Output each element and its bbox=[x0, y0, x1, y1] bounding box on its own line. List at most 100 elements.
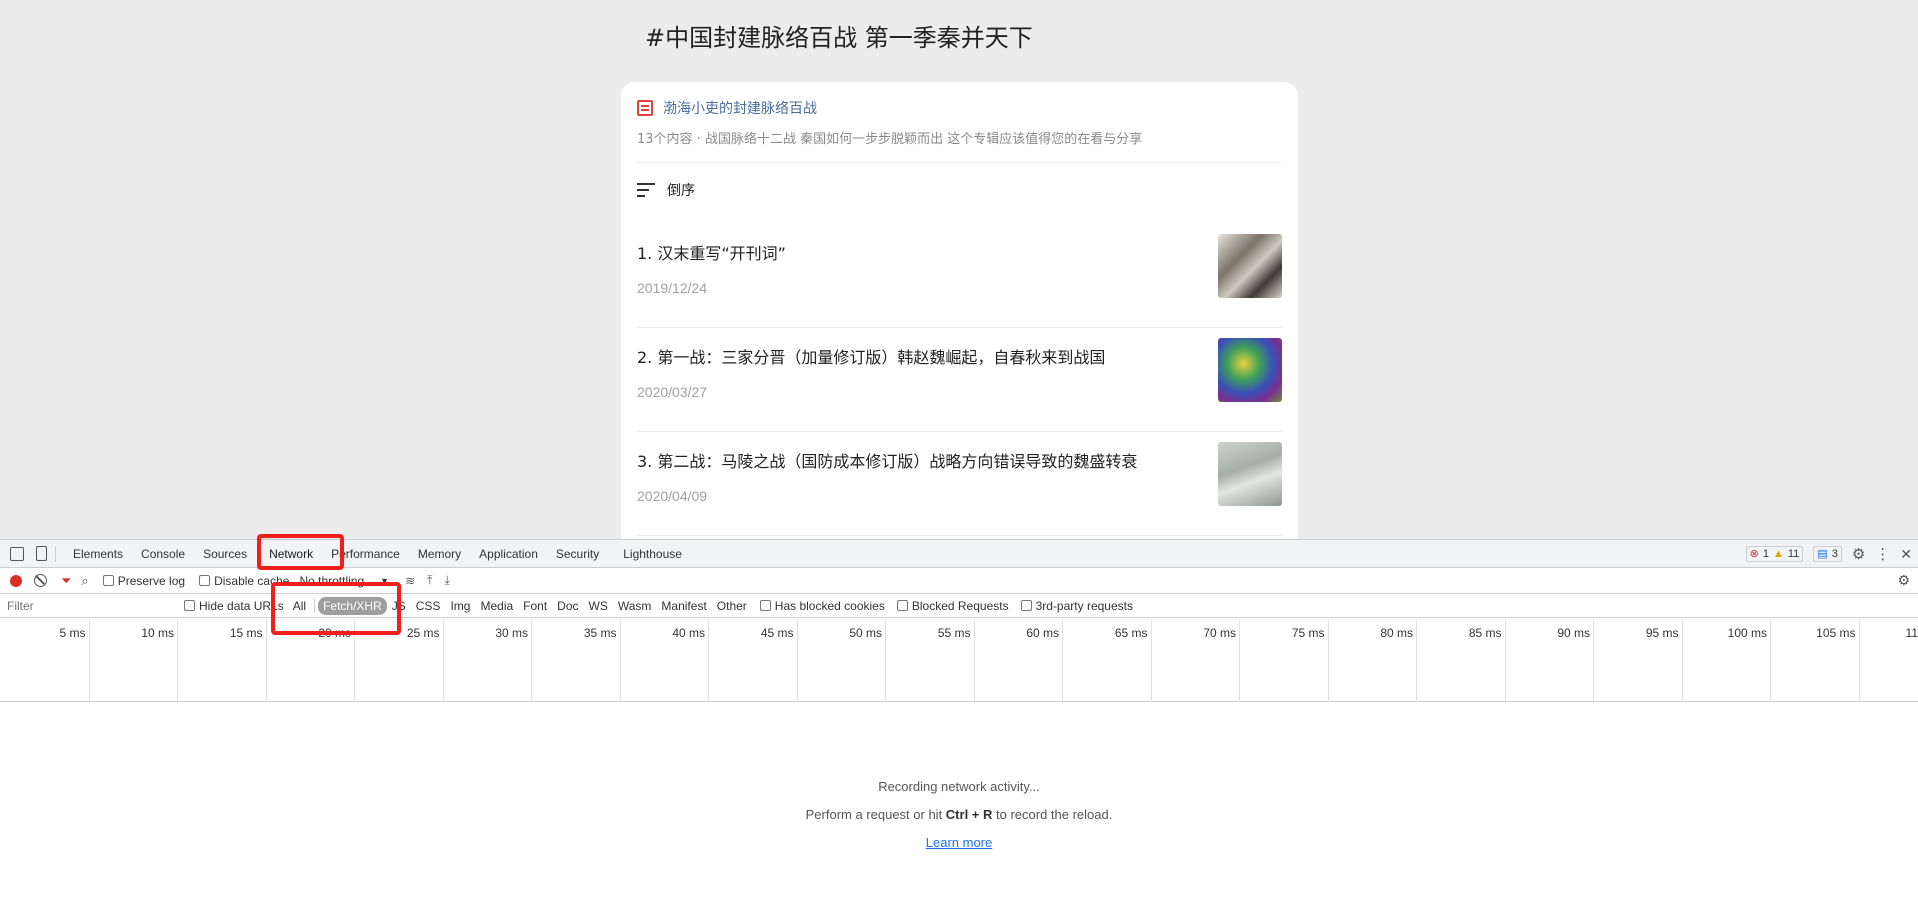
article-title: 2. 第一战：三家分晋（加量修订版）韩赵魏崛起，自春秋来到战国 bbox=[637, 348, 1106, 367]
filter-type-manifest[interactable]: Manifest bbox=[656, 597, 711, 615]
timeline-tick: 90 ms bbox=[1504, 620, 1594, 702]
error-count: 1 bbox=[1762, 548, 1769, 560]
filter-type-wasm[interactable]: Wasm bbox=[613, 597, 657, 615]
article-thumbnail bbox=[1218, 442, 1282, 506]
filter-type-media[interactable]: Media bbox=[475, 597, 518, 615]
warning-icon: ▲ bbox=[1772, 548, 1784, 560]
timeline-tick: 65 ms bbox=[1062, 620, 1151, 702]
tab-console[interactable]: Console bbox=[132, 540, 194, 568]
has-blocked-cookies-checkbox[interactable]: Has blocked cookies bbox=[759, 598, 885, 613]
timeline-tick-label: 10 ms bbox=[141, 626, 174, 640]
filter-type-css[interactable]: CSS bbox=[411, 597, 446, 615]
article-date: 2020/03/27 bbox=[637, 384, 708, 400]
inspect-element-icon[interactable] bbox=[10, 546, 24, 561]
more-options-icon[interactable]: ⋮ bbox=[1875, 545, 1890, 563]
column-icon bbox=[637, 100, 653, 116]
web-page: #中国封建脉络百战 第一季秦并天下 渤海小吏的封建脉络百战 13个内容 · 战国… bbox=[0, 0, 1918, 539]
filter-funnel-icon[interactable]: ⏷ bbox=[61, 573, 71, 589]
tabbar-right-tools: ⊗ 1 ▲ 11 ▤ 3 ⚙ ⋮ ✕ bbox=[1745, 540, 1912, 568]
timeline-tick-label: 55 ms bbox=[937, 626, 971, 640]
hide-data-urls-checkbox[interactable]: Hide data URLs bbox=[184, 599, 284, 613]
article-item[interactable]: 3. 第二战：马陵之战（国防成本修订版）战略方向错误导致的魏盛转衰 2020/04… bbox=[637, 432, 1282, 536]
import-har-icon[interactable]: ⤒ bbox=[427, 573, 432, 588]
reload-hint: Perform a request or hit Ctrl + R to rec… bbox=[0, 807, 1918, 822]
throttling-value: No throttling bbox=[299, 573, 365, 588]
timeline-tick-label: 40 ms bbox=[672, 626, 705, 640]
timeline-tick-label: 5 ms bbox=[59, 626, 86, 640]
tab-lighthouse[interactable]: Lighthouse bbox=[614, 540, 691, 568]
timeline-tick: 5 ms bbox=[0, 620, 89, 702]
timeline-tick: 10 ms bbox=[88, 620, 178, 702]
warning-count: 11 bbox=[1787, 548, 1800, 560]
timeline-tick-label: 25 ms bbox=[406, 626, 440, 640]
timeline-tick-label: 20 ms bbox=[318, 626, 351, 640]
article-thumbnail bbox=[1218, 338, 1282, 402]
filter-input[interactable] bbox=[2, 596, 170, 615]
tab-network[interactable]: Network bbox=[260, 540, 322, 568]
timeline-tick: 35 ms bbox=[531, 620, 620, 702]
network-overview-timeline[interactable]: 5 ms 10 ms 15 ms 20 ms 25 ms 30 ms 35 ms 40 ms 4… bbox=[0, 620, 1918, 702]
device-toolbar-icon[interactable] bbox=[36, 546, 47, 561]
export-har-icon[interactable]: ⤓ bbox=[444, 573, 449, 588]
tab-sources[interactable]: Sources bbox=[194, 540, 256, 568]
article-date: 2020/04/09 bbox=[637, 488, 708, 504]
issues-counter[interactable]: ⊗ 1 ▲ 11 bbox=[1745, 546, 1804, 562]
timeline-tick: 95 ms bbox=[1593, 620, 1682, 702]
third-party-requests-checkbox[interactable]: 3rd-party requests bbox=[1020, 599, 1133, 613]
separator bbox=[55, 545, 56, 562]
filter-type-doc[interactable]: Doc bbox=[552, 597, 583, 615]
learn-more-link[interactable]: Learn more bbox=[0, 835, 1918, 850]
article-thumbnail bbox=[1218, 234, 1282, 298]
sort-toggle[interactable]: 倒序 bbox=[637, 180, 695, 200]
has-blocked-cookies-label: Has blocked cookies bbox=[774, 598, 885, 613]
network-conditions-icon[interactable]: ≋ bbox=[405, 574, 415, 588]
record-icon[interactable] bbox=[10, 574, 22, 587]
messages-counter[interactable]: ▤ 3 bbox=[1813, 546, 1842, 562]
article-item[interactable]: 2. 第一战：三家分晋（加量修订版）韩赵魏崛起，自春秋来到战国 2020/03/2… bbox=[637, 328, 1282, 432]
tab-memory[interactable]: Memory bbox=[409, 540, 470, 568]
tab-security[interactable]: Security bbox=[547, 540, 608, 568]
timeline-tick-label: 85 ms bbox=[1468, 626, 1502, 640]
tab-performance[interactable]: Performance bbox=[322, 540, 409, 568]
filter-type-fetch-xhr[interactable]: Fetch/XHR bbox=[318, 596, 387, 615]
album-card: 渤海小吏的封建脉络百战 13个内容 · 战国脉络十二战 秦国如何一步步脱颖而出 … bbox=[621, 82, 1298, 539]
hide-data-urls-label: Hide data URLs bbox=[199, 598, 284, 613]
filter-type-js[interactable]: JS bbox=[387, 597, 411, 615]
timeline-tick: 75 ms bbox=[1239, 620, 1328, 702]
filter-type-ws[interactable]: WS bbox=[584, 597, 613, 615]
message-count: 3 bbox=[1831, 548, 1838, 560]
divider bbox=[637, 535, 1282, 536]
network-settings-gear-icon[interactable]: ⚙ bbox=[1897, 572, 1910, 589]
preserve-log-checkbox[interactable]: Preserve log bbox=[102, 574, 185, 588]
reload-shortcut: Ctrl + R bbox=[945, 807, 993, 822]
timeline-tick: 100 ms bbox=[1681, 620, 1771, 702]
filter-type-all[interactable]: All bbox=[288, 597, 311, 615]
blocked-requests-checkbox[interactable]: Blocked Requests bbox=[896, 599, 1009, 613]
disable-cache-checkbox[interactable]: Disable cache bbox=[199, 574, 289, 588]
filter-type-font[interactable]: Font bbox=[518, 597, 552, 615]
tab-application[interactable]: Application bbox=[470, 540, 547, 568]
settings-gear-icon[interactable]: ⚙ bbox=[1852, 545, 1865, 563]
disable-cache-label: Disable cache bbox=[214, 573, 290, 588]
filter-type-img[interactable]: Img bbox=[445, 597, 475, 615]
timeline-tick-label: 35 ms bbox=[583, 626, 617, 640]
timeline-tick-label: 100 ms bbox=[1727, 626, 1767, 640]
search-icon[interactable]: ⌕ bbox=[81, 573, 88, 589]
article-item[interactable]: 1. 汉末重写“开刊词” 2019/12/24 bbox=[637, 224, 1282, 328]
tab-elements[interactable]: Elements bbox=[64, 540, 132, 568]
filter-type-other[interactable]: Other bbox=[712, 597, 752, 615]
error-icon: ⊗ bbox=[1749, 548, 1759, 560]
article-title: 3. 第二战：马陵之战（国防成本修订版）战略方向错误导致的魏盛转衰 bbox=[637, 452, 1138, 471]
column-name[interactable]: 渤海小吏的封建脉络百战 bbox=[663, 98, 817, 118]
timeline-tick-label: 110 ms bbox=[1905, 626, 1918, 640]
timeline-tick: 50 ms bbox=[796, 620, 886, 702]
timeline-tick-label: 65 ms bbox=[1114, 626, 1148, 640]
timeline-tick-label: 80 ms bbox=[1380, 626, 1413, 640]
close-icon[interactable]: ✕ bbox=[1900, 546, 1912, 563]
column-header[interactable]: 渤海小吏的封建脉络百战 bbox=[637, 98, 817, 118]
timeline-tick: 15 ms bbox=[177, 620, 266, 702]
timeline-tick-label: 105 ms bbox=[1816, 626, 1856, 640]
timeline-tick: 80 ms bbox=[1327, 620, 1417, 702]
throttling-select[interactable]: No throttling ▼ bbox=[299, 574, 389, 588]
clear-icon[interactable] bbox=[34, 574, 47, 587]
